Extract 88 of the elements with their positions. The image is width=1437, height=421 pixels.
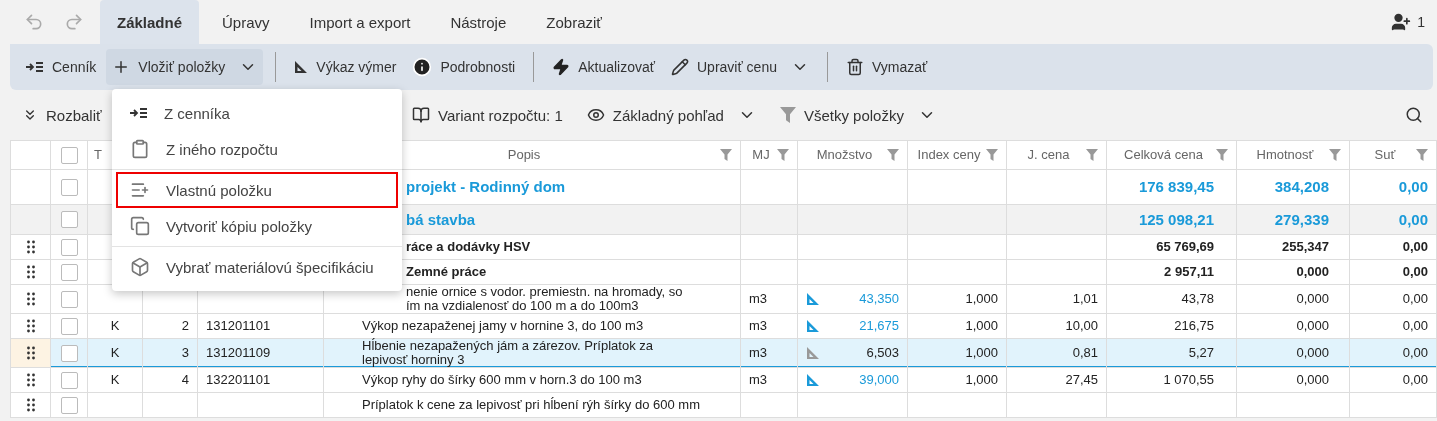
cell-text: 0,00 xyxy=(1402,373,1428,387)
cell-text: 0,000 xyxy=(1296,292,1329,306)
toolbar-button[interactable]: Rozbaliť xyxy=(18,102,106,128)
cell-text: 0,00 xyxy=(1398,212,1428,227)
description-text: Výkop ryhy do šírky 600 mm v horn.3 do 100 m3 xyxy=(362,373,642,387)
toolbar-button[interactable]: Vložiť položky xyxy=(106,49,264,85)
code-text: 132201101 xyxy=(206,373,271,387)
quantity-text: 6,503 xyxy=(866,346,899,360)
type-text: K xyxy=(110,319,120,333)
table-row[interactable]: K 3 131201109 Hĺbenie nezapažených jám a zárezov. Príplatok za lepivosť horniny 3 m3 6,503 1,000 0,81 5,27 0,000 0,00 xyxy=(11,339,1437,368)
description-text: ráce a dodávky HSV xyxy=(406,240,531,254)
toolbar-button[interactable]: Základný pohľad xyxy=(582,102,760,128)
description-text: Príplatok k cene za lepivosť pri hĺbení rýh šírky do 600 mm xyxy=(362,398,700,412)
cell-text: 0,000 xyxy=(1296,265,1329,279)
type-text: K xyxy=(110,346,120,360)
cell-text: 0,00 xyxy=(1398,180,1428,194)
cell-text: 0,00 xyxy=(1402,265,1428,279)
cell-text: 5,27 xyxy=(1188,346,1214,360)
table-row[interactable]: K 4 132201101 Výkop ryhy do šírky 600 mm v horn.3 do 100 m3 m3 39,000 1,000 27,45 1 070,55 0,000 0,00 xyxy=(11,368,1437,393)
column-header[interactable]: Celková cena xyxy=(1115,148,1212,162)
ribbon-tab[interactable]: Základné xyxy=(100,0,200,44)
cell-text: 216,75 xyxy=(1174,319,1214,333)
table-row[interactable]: K 2 131201101 Výkop nezapaženej jamy v hornine 3, do 100 m3 m3 21,675 1,000 10,00 216,75 0,000 0,00 xyxy=(11,314,1437,339)
number-text: 3 xyxy=(181,346,189,360)
cell-text: 0,000 xyxy=(1296,319,1329,333)
column-header[interactable]: Hmotnosť xyxy=(1245,148,1325,162)
cell-text: 10,00 xyxy=(1065,319,1098,333)
cell-text: 43,78 xyxy=(1181,292,1214,306)
cell-text: 176 839,45 xyxy=(1138,180,1214,194)
description-text: Zemné práce xyxy=(406,265,487,279)
ribbon-tab[interactable]: Nástroje xyxy=(433,0,524,44)
number-text: 4 xyxy=(181,373,189,387)
table-row[interactable]: nenie ornice s vodor. premiestn. na hromady, so ím na vzdialenosť do 100 m a do 100m3 m3 43,350 1,000 1,01 43,78 0,000 0,00 xyxy=(11,285,1437,314)
quantity-text: 39,000 xyxy=(859,373,899,387)
cell-text: 0,00 xyxy=(1402,240,1428,254)
cell-text: 279,339 xyxy=(1274,212,1329,227)
cell-text: 27,45 xyxy=(1065,373,1098,387)
toolbar-button[interactable]: Variant rozpočtu: 1 xyxy=(408,102,567,128)
description-text: nenie ornice s vodor. premiestn. na hromady, so ím na vzdialenosť do 100 m a do 100m3 xyxy=(406,285,684,313)
column-header[interactable]: Index ceny xyxy=(916,148,982,162)
column-header[interactable]: Množstvo xyxy=(806,148,883,162)
quantity-text: 43,350 xyxy=(859,292,899,306)
cell-text: 0,00 xyxy=(1402,346,1428,360)
toolbar-button[interactable]: Všetky položky xyxy=(775,102,940,128)
unit-text: m3 xyxy=(749,373,768,387)
table-row[interactable]: Príplatok k cene za lepivosť pri hĺbení rýh šírky do 600 mm xyxy=(11,393,1437,418)
ribbon-tab[interactable]: Úpravy xyxy=(205,0,287,44)
description-text: Hĺbenie nezapažených jám a zárezov. Príplatok za lepivosť horniny 3 xyxy=(362,339,654,367)
toolbar-button[interactable]: Aktualizovať xyxy=(546,49,661,85)
cell-text: 1,000 xyxy=(965,319,998,333)
toolbar-button[interactable]: Výkaz výmer xyxy=(288,49,403,85)
user-count: 1 xyxy=(1417,14,1425,30)
unit-text: m3 xyxy=(749,346,768,360)
code-text: 131201101 xyxy=(206,319,271,333)
toolbar-button[interactable]: Upraviť cenu xyxy=(665,49,815,85)
cell-text: 0,000 xyxy=(1296,346,1329,360)
cell-text: 1,01 xyxy=(1072,292,1098,306)
toolbar-button[interactable]: Vymazať xyxy=(839,49,934,85)
code-text: 131201109 xyxy=(206,346,271,360)
cell-text: 2 957,11 xyxy=(1164,265,1214,279)
column-header[interactable]: J. cena xyxy=(1015,148,1082,162)
column-header[interactable]: Suť xyxy=(1358,148,1412,162)
toolbar-button[interactable]: Podrobnosti xyxy=(406,49,522,85)
cell-text: 1,000 xyxy=(965,346,998,360)
number-text: 2 xyxy=(181,319,189,333)
cell-text: 65 769,69 xyxy=(1156,240,1214,254)
description-text: Výkop nezapaženej jamy v hornine 3, do 100 m3 xyxy=(362,319,644,333)
cell-text: 1,000 xyxy=(965,292,998,306)
type-text: K xyxy=(110,373,120,387)
description-text: bá stavba xyxy=(406,212,476,227)
cell-text: 384,208 xyxy=(1274,180,1329,194)
description-text: projekt - Rodinný dom xyxy=(406,180,566,194)
cell-text: 0,00 xyxy=(1402,292,1428,306)
cell-text: 1,000 xyxy=(965,373,998,387)
cell-text: 125 098,21 xyxy=(1138,212,1214,227)
column-header[interactable]: MJ xyxy=(749,148,773,162)
cell-text: 255,347 xyxy=(1282,240,1329,254)
quantity-text: 21,675 xyxy=(859,319,899,333)
cell-text: 0,000 xyxy=(1296,373,1329,387)
toolbar-button[interactable]: Cenník xyxy=(20,49,103,85)
unit-text: m3 xyxy=(749,319,768,333)
cell-text: 0,00 xyxy=(1402,319,1428,333)
cell-text: 0,81 xyxy=(1072,346,1098,360)
cell-text: 1 070,55 xyxy=(1163,373,1214,387)
ribbon-tab[interactable]: Zobraziť xyxy=(529,0,619,44)
menu-item[interactable]: Vlastnú položku xyxy=(116,172,398,208)
unit-text: m3 xyxy=(749,292,768,306)
ribbon-tab[interactable]: Import a export xyxy=(292,0,428,44)
